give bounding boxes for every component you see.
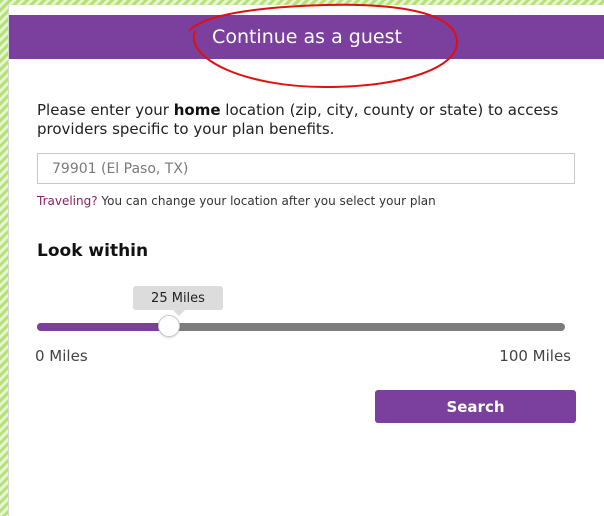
intro-text: Please enter your home location (zip, ci… (37, 101, 577, 139)
radius-value-tooltip: 25 Miles (133, 286, 223, 316)
panel-header: Continue as a guest (9, 15, 604, 59)
look-within-heading: Look within (37, 241, 149, 261)
intro-text-start: Please enter your (37, 101, 174, 119)
traveling-link[interactable]: Traveling? (37, 194, 98, 208)
radius-value-label: 25 Miles (151, 290, 205, 306)
guest-panel: Continue as a guest Please enter your ho… (8, 3, 604, 516)
search-button[interactable]: Search (375, 390, 576, 423)
background-stripe-left (0, 0, 8, 516)
screen: Continue as a guest Please enter your ho… (0, 0, 604, 516)
location-input[interactable] (37, 153, 575, 184)
panel-title: Continue as a guest (212, 26, 402, 48)
intro-emphasis: home (173, 101, 221, 119)
radius-slider-thumb[interactable] (158, 315, 180, 337)
radius-slider-fill (37, 323, 169, 331)
travel-note: Traveling? You can change your location … (37, 194, 436, 208)
radius-max-label: 100 Miles (499, 347, 571, 365)
radius-min-label: 0 Miles (35, 347, 88, 365)
travel-note-text: You can change your location after you s… (97, 194, 436, 208)
radius-slider-track[interactable] (37, 315, 565, 337)
